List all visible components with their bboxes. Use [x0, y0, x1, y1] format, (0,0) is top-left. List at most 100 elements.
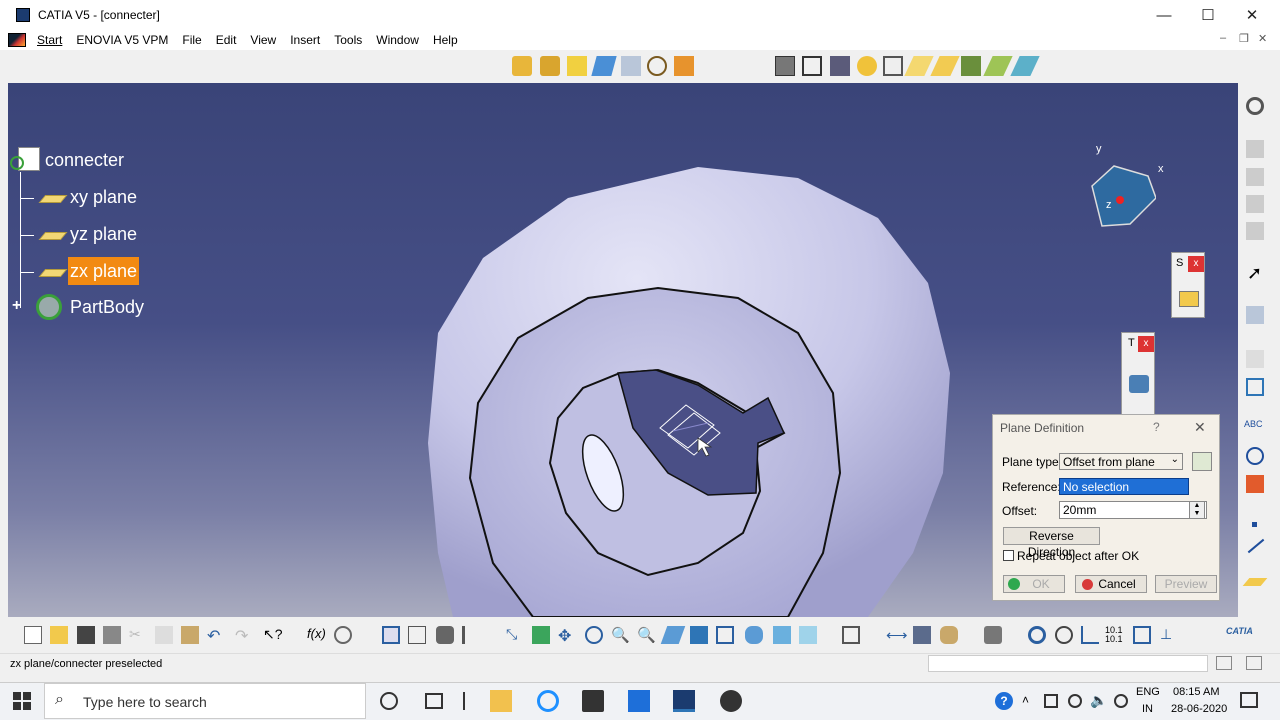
annotation-icon[interactable]: [1246, 306, 1264, 324]
taskbar-search[interactable]: ⌕ Type here to search: [44, 683, 366, 719]
rotate-icon[interactable]: [585, 626, 603, 644]
menu-insert[interactable]: Insert: [283, 33, 327, 47]
tree-item-yz-plane[interactable]: yz plane: [70, 224, 137, 245]
tree-item-zx-plane[interactable]: zx plane: [68, 257, 140, 285]
measure-item-icon[interactable]: [913, 626, 931, 644]
offset-field[interactable]: 20mm: [1059, 501, 1207, 519]
zoom-out-icon[interactable]: 🔍: [637, 626, 656, 644]
apply-material-icon[interactable]: [1246, 475, 1264, 493]
menu-view[interactable]: View: [243, 33, 283, 47]
doc-minimize-button[interactable]: –: [1220, 32, 1226, 44]
shell-icon[interactable]: [775, 56, 795, 76]
reverse-direction-button[interactable]: Reverse Direction: [1003, 527, 1100, 559]
dialog-help-button[interactable]: ?: [1153, 420, 1160, 434]
edge-fillet-icon[interactable]: [857, 56, 877, 76]
pocket-icon[interactable]: [540, 56, 560, 76]
view-icon[interactable]: [1246, 378, 1264, 396]
undo-icon[interactable]: ↶: [207, 626, 225, 645]
profile-feature-icon[interactable]: [1246, 222, 1264, 240]
region-label[interactable]: IN: [1142, 703, 1153, 715]
remove-face-icon[interactable]: [883, 56, 903, 76]
shaft-icon[interactable]: [567, 56, 587, 76]
menu-enovia[interactable]: ENOVIA V5 VPM: [69, 33, 175, 47]
catalog-icon[interactable]: [436, 626, 454, 644]
curvature-icon[interactable]: [1055, 626, 1073, 644]
task-view-icon[interactable]: [425, 693, 443, 709]
command-list-icon[interactable]: [1246, 656, 1262, 670]
power-input-icon[interactable]: [1216, 656, 1232, 670]
menu-help[interactable]: Help: [426, 33, 465, 47]
zoom-in-icon[interactable]: 🔍: [611, 626, 630, 644]
network-icon[interactable]: [1044, 694, 1058, 708]
store-icon[interactable]: [582, 690, 604, 712]
paste-icon[interactable]: [181, 626, 199, 644]
plane-type-lock-icon[interactable]: [1192, 452, 1212, 471]
settings-gear-icon[interactable]: [1246, 97, 1264, 115]
formula-icon[interactable]: f(x): [307, 626, 326, 644]
whats-this-icon[interactable]: ↖?: [263, 626, 283, 644]
repeat-object-checkbox[interactable]: [1003, 550, 1014, 561]
close-button[interactable]: ✕: [1230, 0, 1274, 30]
help-icon[interactable]: ?: [995, 692, 1013, 710]
measure-between-icon[interactable]: ⟷: [886, 626, 908, 644]
cortana-icon[interactable]: [380, 692, 398, 710]
menu-tools[interactable]: Tools: [327, 33, 369, 47]
law-icon[interactable]: [462, 626, 480, 644]
redo-icon[interactable]: ↷: [235, 626, 253, 645]
globe-icon[interactable]: [1068, 694, 1082, 708]
swap-space-icon[interactable]: [799, 626, 817, 644]
snap-icon[interactable]: [1133, 626, 1151, 644]
pan-icon[interactable]: ✥: [558, 626, 576, 645]
offset-stepper[interactable]: ▲ ▼: [1189, 501, 1205, 519]
fit-all-icon[interactable]: [532, 626, 550, 644]
chamfer-icon[interactable]: [674, 56, 694, 76]
design-table-icon[interactable]: [408, 626, 426, 644]
shading-icon[interactable]: [745, 626, 763, 644]
minimize-button[interactable]: —: [1142, 0, 1186, 30]
tree-root-connecter[interactable]: connecter: [45, 150, 124, 171]
text-abc-icon[interactable]: ABC: [1244, 419, 1263, 429]
point-icon[interactable]: [1252, 522, 1257, 527]
menu-edit[interactable]: Edit: [209, 33, 244, 47]
sketcher-icon[interactable]: [1246, 140, 1264, 158]
isometric-view-icon[interactable]: [716, 626, 734, 644]
capture-icon[interactable]: [984, 626, 1002, 644]
language-label[interactable]: ENG: [1136, 686, 1160, 698]
wifi-icon[interactable]: [1114, 694, 1128, 708]
toolbar-s-close-button[interactable]: x: [1188, 256, 1204, 272]
axis-system-icon[interactable]: [1081, 626, 1099, 644]
menu-window[interactable]: Window: [369, 33, 426, 47]
clock-date[interactable]: 28-06-2020: [1171, 703, 1227, 715]
doc-restore-button[interactable]: ❐: [1239, 32, 1249, 45]
output-feature-icon[interactable]: [1246, 195, 1264, 213]
reference-field[interactable]: No selection: [1059, 478, 1189, 495]
wireframe-icon[interactable]: [1246, 350, 1264, 368]
draft-icon[interactable]: [830, 56, 850, 76]
ok-button[interactable]: OK: [1003, 575, 1065, 593]
tangent-continuity-icon[interactable]: [1028, 626, 1046, 644]
chevron-up-icon[interactable]: ˄: [1022, 693, 1029, 707]
grid-icon[interactable]: 10.1 10.1: [1105, 626, 1123, 644]
constraint-icon[interactable]: [1246, 447, 1264, 465]
table-icon[interactable]: [382, 626, 400, 644]
catia-taskbar-icon[interactable]: [673, 690, 695, 712]
edge-browser-icon[interactable]: [537, 690, 559, 712]
menu-file[interactable]: File: [175, 33, 208, 47]
windows-start-button[interactable]: [13, 692, 31, 710]
thickness-icon[interactable]: [802, 56, 822, 76]
constraint-toggle-icon[interactable]: ⊥: [1160, 626, 1178, 644]
save-icon[interactable]: [77, 626, 95, 644]
axis-icon[interactable]: [647, 56, 667, 76]
tree-item-xy-plane[interactable]: xy plane: [70, 187, 137, 208]
clock-time[interactable]: 08:15 AM: [1173, 686, 1219, 698]
close-surface-icon[interactable]: [961, 56, 981, 76]
fly-mode-icon[interactable]: ⤡: [506, 626, 524, 644]
open-folder-icon[interactable]: [50, 626, 68, 644]
tree-item-partbody[interactable]: PartBody: [70, 297, 144, 318]
toolbar-t-close-button[interactable]: x: [1138, 336, 1154, 352]
doc-close-button[interactable]: ✕: [1258, 32, 1267, 45]
hide-show-icon[interactable]: [773, 626, 791, 644]
sketcher-positioned-icon[interactable]: [1246, 168, 1264, 186]
compass-icon[interactable]: [1084, 160, 1157, 232]
cancel-button[interactable]: Cancel: [1075, 575, 1147, 593]
